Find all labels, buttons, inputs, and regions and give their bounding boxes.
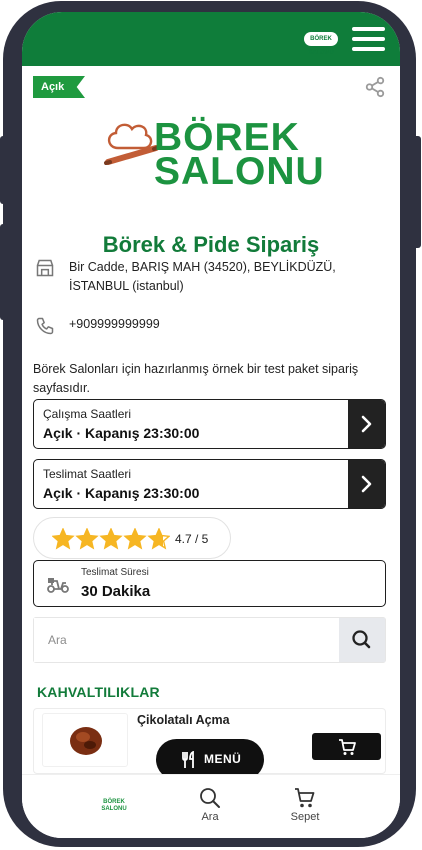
product-name: Çikolatalı Açma bbox=[137, 713, 230, 727]
search-input[interactable] bbox=[34, 618, 340, 662]
delivery-time-label: Teslimat Süresi bbox=[81, 567, 149, 578]
nav-item-search[interactable]: Ara bbox=[185, 787, 235, 823]
brand-logo: BÖREK SALONU bbox=[102, 118, 324, 198]
star-icon bbox=[99, 528, 123, 550]
menu-hamburger-icon[interactable] bbox=[352, 27, 385, 51]
product-image[interactable] bbox=[42, 713, 128, 767]
nav-item-label: Ara bbox=[201, 811, 219, 823]
share-icon[interactable] bbox=[364, 76, 386, 98]
side-button bbox=[0, 136, 8, 204]
bottom-nav: BÖREK SALONU Ara Sepet bbox=[22, 774, 400, 838]
delivery-time-value: 30 Dakika bbox=[81, 583, 151, 600]
nav-home-logo[interactable]: BÖREK SALONU bbox=[99, 799, 129, 815]
star-icon bbox=[52, 528, 75, 550]
rating-value: 4.7 / 5 bbox=[175, 532, 209, 546]
category-title: KAHVALTILIKLAR bbox=[37, 684, 160, 700]
store-phone[interactable]: +909999999999 bbox=[69, 317, 160, 331]
nav-item-cart[interactable]: Sepet bbox=[280, 787, 330, 823]
add-to-cart-button[interactable] bbox=[312, 733, 381, 760]
star-icon bbox=[123, 528, 147, 550]
menu-button-label: MENÜ bbox=[204, 752, 242, 766]
working-hours-label: Çalışma Saatleri bbox=[43, 407, 132, 421]
search-icon bbox=[352, 630, 371, 649]
nav-item-label: Sepet bbox=[290, 811, 320, 823]
phone-icon bbox=[36, 317, 54, 335]
delivery-time-card: Teslimat Süresi 30 Dakika bbox=[33, 560, 386, 607]
star-icon bbox=[75, 528, 99, 550]
search-icon bbox=[200, 788, 220, 808]
rating-badge[interactable]: 4.7 / 5 bbox=[33, 517, 231, 559]
chevron-right-icon[interactable] bbox=[348, 460, 385, 508]
header-logo[interactable]: BÖREK SALONU bbox=[304, 32, 338, 56]
page-title: Börek & Pide Sipariş bbox=[102, 232, 320, 257]
delivery-hours-card[interactable]: Teslimat Saatleri Açık · Kapanış 23:30:0… bbox=[33, 459, 386, 509]
delivery-hours-value: Açık · Kapanış 23:30:00 bbox=[43, 485, 200, 501]
working-hours-card[interactable]: Çalışma Saatleri Açık · Kapanış 23:30:00 bbox=[33, 399, 386, 449]
store-icon bbox=[36, 259, 54, 277]
open-status-badge: Açık bbox=[33, 76, 85, 98]
search-bar bbox=[33, 617, 386, 663]
side-button bbox=[0, 224, 8, 320]
rating-stars bbox=[52, 528, 170, 550]
cart-icon bbox=[339, 739, 356, 755]
store-address: Bir Cadde, BARIŞ MAH (34520), BEYLİKDÜZÜ… bbox=[69, 260, 336, 293]
star-icon bbox=[147, 528, 170, 550]
side-button bbox=[413, 136, 421, 248]
chef-hat-rolling-pin-icon bbox=[104, 123, 161, 165]
search-button[interactable] bbox=[339, 618, 385, 662]
chevron-right-icon[interactable] bbox=[348, 400, 385, 448]
scooter-icon bbox=[47, 578, 69, 593]
cart-icon bbox=[295, 788, 315, 808]
working-hours-value: Açık · Kapanış 23:30:00 bbox=[43, 425, 200, 441]
top-bar: BÖREK SALONU bbox=[22, 12, 400, 66]
delivery-hours-label: Teslimat Saatleri bbox=[43, 467, 132, 481]
phone-screen: BÖREK SALONU Açık BÖREK SALONU Börek & P… bbox=[22, 12, 400, 838]
fork-knife-icon bbox=[182, 751, 194, 768]
brand-name: BÖREK SALONU bbox=[154, 116, 325, 193]
store-description: Börek Salonları için hazırlanmış örnek b… bbox=[33, 362, 359, 395]
